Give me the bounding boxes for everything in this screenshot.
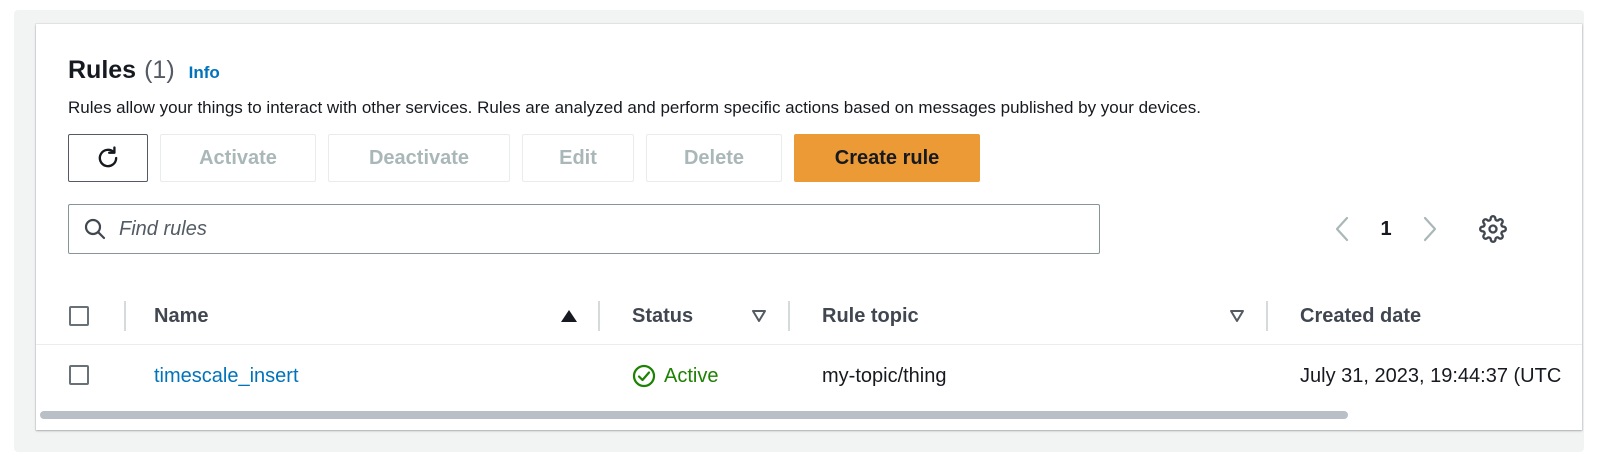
column-divider[interactable] [598,301,600,331]
row-checkbox[interactable] [69,365,89,385]
rules-container: Rules (1) Info Rules allow your things t… [36,24,1582,430]
delete-button[interactable]: Delete [646,134,782,182]
next-page-button[interactable] [1416,214,1444,244]
sort-ascending-icon[interactable] [558,305,580,327]
refresh-icon [94,144,122,172]
edit-button[interactable]: Edit [522,134,634,182]
search-input[interactable]: Find rules [119,218,207,241]
sort-descending-outline-icon[interactable] [1226,305,1248,327]
column-header-created-date[interactable]: Created date [1300,288,1421,344]
table-row: timescale_insert Active my-topic/thing J… [36,344,1582,407]
current-page[interactable]: 1 [1372,214,1400,244]
rules-description: Rules allow your things to interact with… [68,98,1201,117]
refresh-button[interactable] [68,134,148,182]
status-badge: Active [632,345,718,407]
chevron-right-icon [1421,215,1439,243]
scrollbar-thumb[interactable] [40,411,1348,419]
create-rule-button[interactable]: Create rule [794,134,980,182]
sort-descending-outline-icon[interactable] [748,305,770,327]
column-header-status[interactable]: Status [632,288,693,344]
prev-page-button[interactable] [1328,214,1356,244]
chevron-left-icon [1333,215,1351,243]
rule-topic-cell: my-topic/thing [822,364,947,387]
created-date-cell: July 31, 2023, 19:44:37 (UTC [1300,364,1562,387]
gear-icon [1479,215,1507,243]
page-title: Rules [68,56,137,84]
column-divider [124,301,126,331]
rules-count: (1) [144,56,175,84]
status-text: Active [664,364,719,387]
column-header-rule-topic[interactable]: Rule topic [822,288,919,344]
rule-name-link[interactable]: timescale_insert [154,345,299,407]
info-link[interactable]: Info [189,63,220,83]
table-preferences-button[interactable] [1476,214,1510,244]
check-circle-icon [632,364,656,388]
column-header-name[interactable]: Name [154,288,208,344]
horizontal-scrollbar[interactable] [36,410,1582,420]
select-all-checkbox[interactable] [69,306,89,326]
search-field[interactable]: Find rules [68,204,1100,254]
column-divider[interactable] [1266,301,1268,331]
deactivate-button[interactable]: Deactivate [328,134,510,182]
activate-button[interactable]: Activate [160,134,316,182]
search-icon [83,217,107,241]
rules-header: Rules (1) Info [68,56,220,85]
column-divider[interactable] [788,301,790,331]
table-header: Name Status Rule topic Created date [36,288,1582,344]
